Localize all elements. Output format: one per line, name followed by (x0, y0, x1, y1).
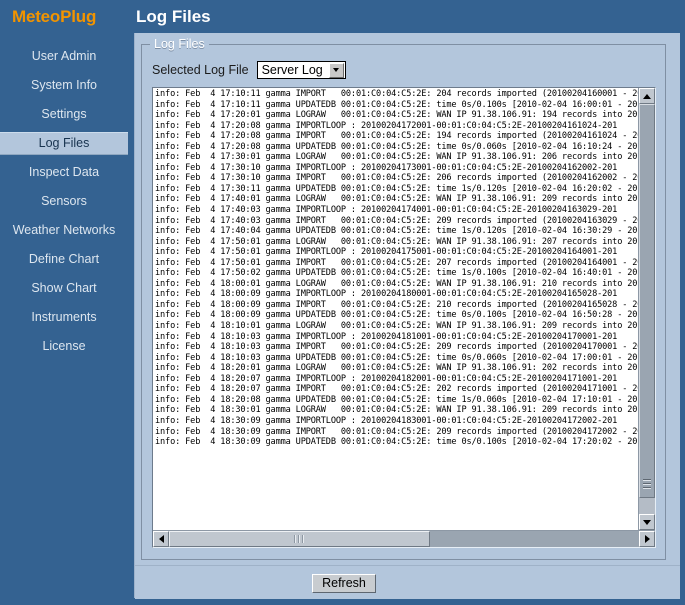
log-line: info: Feb 4 18:10:01 gamma LOGRAW 00:01:… (155, 321, 638, 332)
log-line: info: Feb 4 17:50:01 gamma LOGRAW 00:01:… (155, 236, 638, 247)
log-line: info: Feb 4 18:10:03 gamma IMPORTLOOP : … (155, 331, 618, 342)
sidebar-item-weather-networks[interactable]: Weather Networks (0, 219, 128, 242)
grip-icon (293, 535, 305, 543)
log-line: info: Feb 4 18:00:01 gamma LOGRAW 00:01:… (155, 278, 638, 289)
log-files-group: Log Files Selected Log File Server Log i… (141, 37, 666, 560)
log-line: info: Feb 4 17:30:01 gamma LOGRAW 00:01:… (155, 152, 638, 163)
log-line: info: Feb 4 17:20:08 gamma IMPORTLOOP : … (155, 120, 618, 131)
vertical-scroll-thumb[interactable] (639, 104, 655, 498)
sidebar-item-inspect-data[interactable]: Inspect Data (0, 161, 128, 184)
sidebar-item-settings[interactable]: Settings (0, 103, 128, 126)
bottom-bar: Refresh (135, 565, 680, 599)
meteoplug-app: MeteoPlug User Admin System Info Setting… (0, 0, 685, 605)
sidebar-item-system-info[interactable]: System Info (0, 74, 128, 97)
log-line: info: Feb 4 17:20:08 gamma IMPORT 00:01:… (155, 131, 638, 142)
log-line: info: Feb 4 17:50:02 gamma UPDATEDB 00:0… (155, 268, 638, 279)
sidebar-item-define-chart[interactable]: Define Chart (0, 248, 128, 271)
log-line: info: Feb 4 17:40:03 gamma IMPORTLOOP : … (155, 205, 618, 216)
sidebar: MeteoPlug User Admin System Info Setting… (0, 0, 128, 605)
log-line: info: Feb 4 18:30:01 gamma LOGRAW 00:01:… (155, 405, 638, 416)
main-area: Log Files Log Files Selected Log File Se… (128, 0, 685, 605)
triangle-right-icon (644, 535, 650, 543)
log-line: info: Feb 4 18:20:01 gamma LOGRAW 00:01:… (155, 363, 638, 374)
log-line: info: Feb 4 18:20:07 gamma IMPORTLOOP : … (155, 373, 618, 384)
sidebar-item-show-chart[interactable]: Show Chart (0, 277, 128, 300)
sidebar-item-log-files[interactable]: Log Files (0, 132, 128, 155)
log-line: info: Feb 4 17:40:01 gamma LOGRAW 00:01:… (155, 194, 638, 205)
triangle-left-icon (158, 535, 164, 543)
log-file-selector-row: Selected Log File Server Log (152, 60, 346, 80)
log-line: info: Feb 4 17:30:10 gamma IMPORTLOOP : … (155, 162, 618, 173)
sidebar-nav: User Admin System Info Settings Log File… (0, 45, 128, 358)
horizontal-scroll-thumb[interactable] (169, 531, 430, 547)
brand-logo: MeteoPlug (12, 7, 97, 26)
log-line: info: Feb 4 18:00:09 gamma UPDATEDB 00:0… (155, 310, 638, 321)
log-line: info: Feb 4 17:20:08 gamma UPDATEDB 00:0… (155, 141, 638, 152)
log-file-dropdown-value: Server Log (261, 63, 323, 77)
log-output-box[interactable]: info: Feb 4 17:10:11 gamma IMPORT 00:01:… (152, 87, 656, 548)
scroll-up-button[interactable] (639, 88, 655, 104)
sidebar-item-license[interactable]: License (0, 335, 128, 358)
page-title: Log Files (136, 7, 211, 26)
scroll-left-button[interactable] (153, 531, 169, 547)
log-line: info: Feb 4 18:00:09 gamma IMPORTLOOP : … (155, 289, 618, 300)
log-line: info: Feb 4 17:50:01 gamma IMPORT 00:01:… (155, 257, 638, 268)
log-line: info: Feb 4 18:30:09 gamma IMPORT 00:01:… (155, 426, 638, 437)
log-line: info: Feb 4 17:50:01 gamma IMPORTLOOP : … (155, 247, 618, 258)
log-line: info: Feb 4 17:30:10 gamma IMPORT 00:01:… (155, 173, 638, 184)
horizontal-scroll-track[interactable] (169, 531, 639, 547)
log-line: info: Feb 4 17:30:11 gamma UPDATEDB 00:0… (155, 183, 638, 194)
scroll-down-button[interactable] (639, 514, 655, 530)
log-line: info: Feb 4 17:40:04 gamma UPDATEDB 00:0… (155, 226, 638, 237)
log-line: info: Feb 4 17:10:11 gamma IMPORT 00:01:… (155, 89, 638, 99)
log-vertical-scrollbar[interactable] (638, 88, 655, 530)
grip-icon (643, 477, 651, 491)
refresh-button[interactable]: Refresh (312, 574, 376, 593)
selected-log-file-label: Selected Log File (152, 63, 249, 77)
log-text-area[interactable]: info: Feb 4 17:10:11 gamma IMPORT 00:01:… (153, 88, 638, 530)
log-line: info: Feb 4 18:10:03 gamma UPDATEDB 00:0… (155, 352, 638, 363)
log-line: info: Feb 4 17:40:03 gamma IMPORT 00:01:… (155, 215, 638, 226)
triangle-up-icon (643, 93, 651, 99)
sidebar-item-user-admin[interactable]: User Admin (0, 45, 128, 68)
log-output-inner: info: Feb 4 17:10:11 gamma IMPORT 00:01:… (153, 88, 655, 530)
log-line: info: Feb 4 17:10:11 gamma UPDATEDB 00:0… (155, 99, 638, 110)
log-file-dropdown[interactable]: Server Log (256, 61, 346, 79)
log-line: info: Feb 4 18:20:08 gamma UPDATEDB 00:0… (155, 394, 638, 405)
scroll-right-button[interactable] (639, 531, 655, 547)
log-line: info: Feb 4 18:00:09 gamma IMPORT 00:01:… (155, 299, 638, 310)
chevron-down-icon[interactable] (328, 62, 344, 78)
vertical-scroll-track[interactable] (639, 104, 655, 514)
log-line: info: Feb 4 18:30:09 gamma UPDATEDB 00:0… (155, 437, 638, 448)
log-line: info: Feb 4 17:20:01 gamma LOGRAW 00:01:… (155, 110, 638, 121)
content-panel: Log Files Selected Log File Server Log i… (134, 33, 680, 599)
sidebar-item-instruments[interactable]: Instruments (0, 306, 128, 329)
log-line: info: Feb 4 18:20:07 gamma IMPORT 00:01:… (155, 384, 638, 395)
sidebar-item-sensors[interactable]: Sensors (0, 190, 128, 213)
log-line: info: Feb 4 18:30:09 gamma IMPORTLOOP : … (155, 415, 618, 426)
group-legend: Log Files (150, 37, 209, 51)
log-horizontal-scrollbar[interactable] (153, 530, 655, 547)
log-line: info: Feb 4 18:10:03 gamma IMPORT 00:01:… (155, 342, 638, 353)
triangle-down-icon (643, 519, 651, 525)
